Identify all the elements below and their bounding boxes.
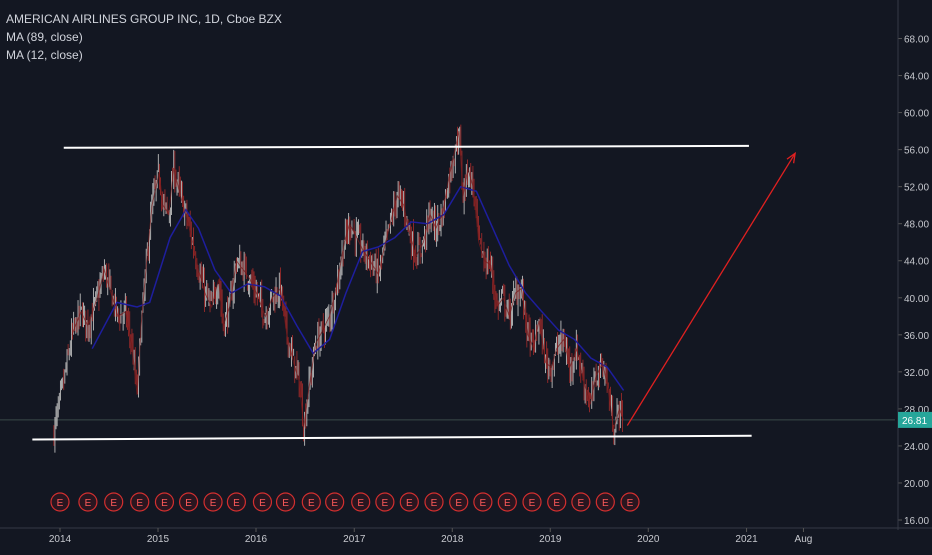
earnings-marker[interactable]: E <box>399 492 419 512</box>
ma-slow-label: MA (89, close) <box>6 30 83 44</box>
time-tick-label: 2017 <box>343 534 366 545</box>
earnings-marker[interactable]: E <box>449 492 469 512</box>
price-tick-label: 52.00 <box>904 183 929 194</box>
ma-fast-label: MA (12, close) <box>6 48 83 62</box>
earnings-marker-label: E <box>627 498 634 509</box>
price-tick-label: 56.00 <box>904 146 929 157</box>
earnings-marker[interactable]: E <box>301 492 321 512</box>
price-tick-label: 44.00 <box>904 257 929 268</box>
chart-canvas[interactable]: 16.0020.0024.0028.0032.0036.0040.0044.00… <box>0 0 932 550</box>
earnings-marker[interactable]: E <box>104 492 124 512</box>
time-tick-label: 2021 <box>735 534 758 545</box>
earnings-marker-label: E <box>185 498 192 509</box>
earnings-marker-label: E <box>529 498 536 509</box>
earnings-marker-label: E <box>233 498 240 509</box>
earnings-marker-label: E <box>136 498 143 509</box>
earnings-marker-label: E <box>431 498 438 509</box>
earnings-marker[interactable]: E <box>547 492 567 512</box>
time-tick-label: 2014 <box>49 534 72 545</box>
earnings-marker[interactable]: E <box>78 492 98 512</box>
earnings-marker[interactable]: E <box>571 492 591 512</box>
symbol-title: AMERICAN AIRLINES GROUP INC, 1D, Cboe BZ… <box>6 12 282 26</box>
earnings-marker-label: E <box>308 498 315 509</box>
price-tick-label: 48.00 <box>904 220 929 231</box>
earnings-marker[interactable]: E <box>50 492 70 512</box>
earnings-marker-label: E <box>110 498 117 509</box>
time-tick-label: 2020 <box>637 534 660 545</box>
earnings-marker-label: E <box>161 498 168 509</box>
price-tick-label: 36.00 <box>904 331 929 342</box>
price-tick-label: 16.00 <box>904 516 929 527</box>
earnings-marker-label: E <box>85 498 92 509</box>
earnings-marker-label: E <box>480 498 487 509</box>
earnings-marker-label: E <box>331 498 338 509</box>
earnings-marker-label: E <box>382 498 389 509</box>
earnings-marker-label: E <box>259 498 266 509</box>
earnings-marker-label: E <box>578 498 585 509</box>
chart-background <box>0 0 932 550</box>
earnings-marker[interactable]: E <box>473 492 493 512</box>
earnings-marker[interactable]: E <box>620 492 640 512</box>
earnings-marker-label: E <box>357 498 364 509</box>
price-tick-label: 64.00 <box>904 72 929 83</box>
price-tick-label: 32.00 <box>904 368 929 379</box>
earnings-marker[interactable]: E <box>497 492 517 512</box>
earnings-marker-label: E <box>602 498 609 509</box>
earnings-marker-label: E <box>455 498 462 509</box>
time-tick-label: 2019 <box>539 534 562 545</box>
earnings-marker[interactable]: E <box>154 492 175 512</box>
earnings-marker[interactable]: E <box>226 492 246 512</box>
time-tick-label: 2015 <box>147 534 170 545</box>
earnings-marker[interactable]: E <box>522 492 542 512</box>
earnings-marker-label: E <box>210 498 217 509</box>
last-price-badge-label: 26.81 <box>902 416 927 427</box>
last-price-badge: 26.81 <box>898 411 932 428</box>
earnings-marker[interactable]: E <box>375 492 395 512</box>
price-tick-label: 24.00 <box>904 442 929 453</box>
time-tick-label: 2016 <box>245 534 268 545</box>
earnings-marker[interactable]: E <box>424 492 444 512</box>
earnings-marker[interactable]: E <box>325 492 345 512</box>
earnings-marker-label: E <box>57 498 64 509</box>
time-tick-label: Aug <box>795 534 813 545</box>
earnings-marker[interactable]: E <box>595 492 615 512</box>
time-tick-label: 2018 <box>441 534 464 545</box>
earnings-marker-label: E <box>553 498 560 509</box>
earnings-marker-label: E <box>406 498 413 509</box>
earnings-marker[interactable]: E <box>351 492 371 512</box>
price-tick-label: 20.00 <box>904 479 929 490</box>
earnings-marker-label: E <box>282 498 289 509</box>
earnings-marker[interactable]: E <box>179 492 199 512</box>
stock-chart[interactable]: 16.00 20.00 24.00 28.00 32.00 36.00 40.00 44.00… <box>0 0 932 550</box>
earnings-marker[interactable]: E <box>203 492 223 512</box>
earnings-marker[interactable]: E <box>275 492 296 512</box>
earnings-marker[interactable]: E <box>130 492 150 512</box>
earnings-marker-label: E <box>504 498 511 509</box>
price-tick-label: 68.00 <box>904 35 929 46</box>
chart-legend: AMERICAN AIRLINES GROUP INC, 1D, Cboe BZ… <box>6 10 282 64</box>
price-tick-label: 40.00 <box>904 294 929 305</box>
earnings-marker[interactable]: E <box>252 492 273 512</box>
price-tick-label: 60.00 <box>904 109 929 120</box>
